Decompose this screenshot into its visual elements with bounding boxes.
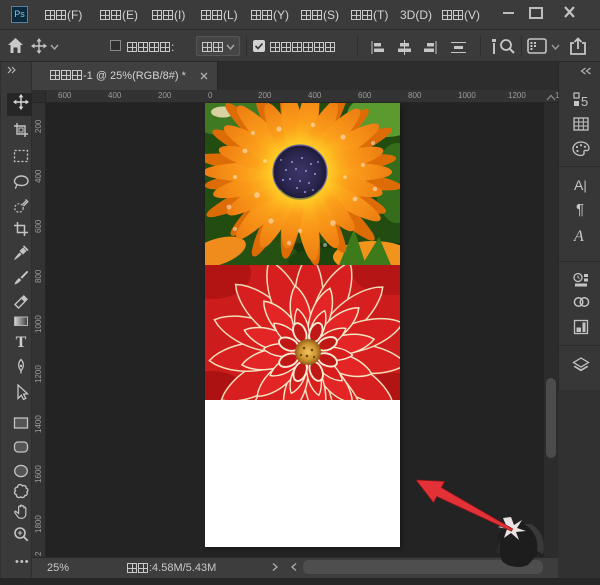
svg-text:5: 5 <box>581 94 588 108</box>
